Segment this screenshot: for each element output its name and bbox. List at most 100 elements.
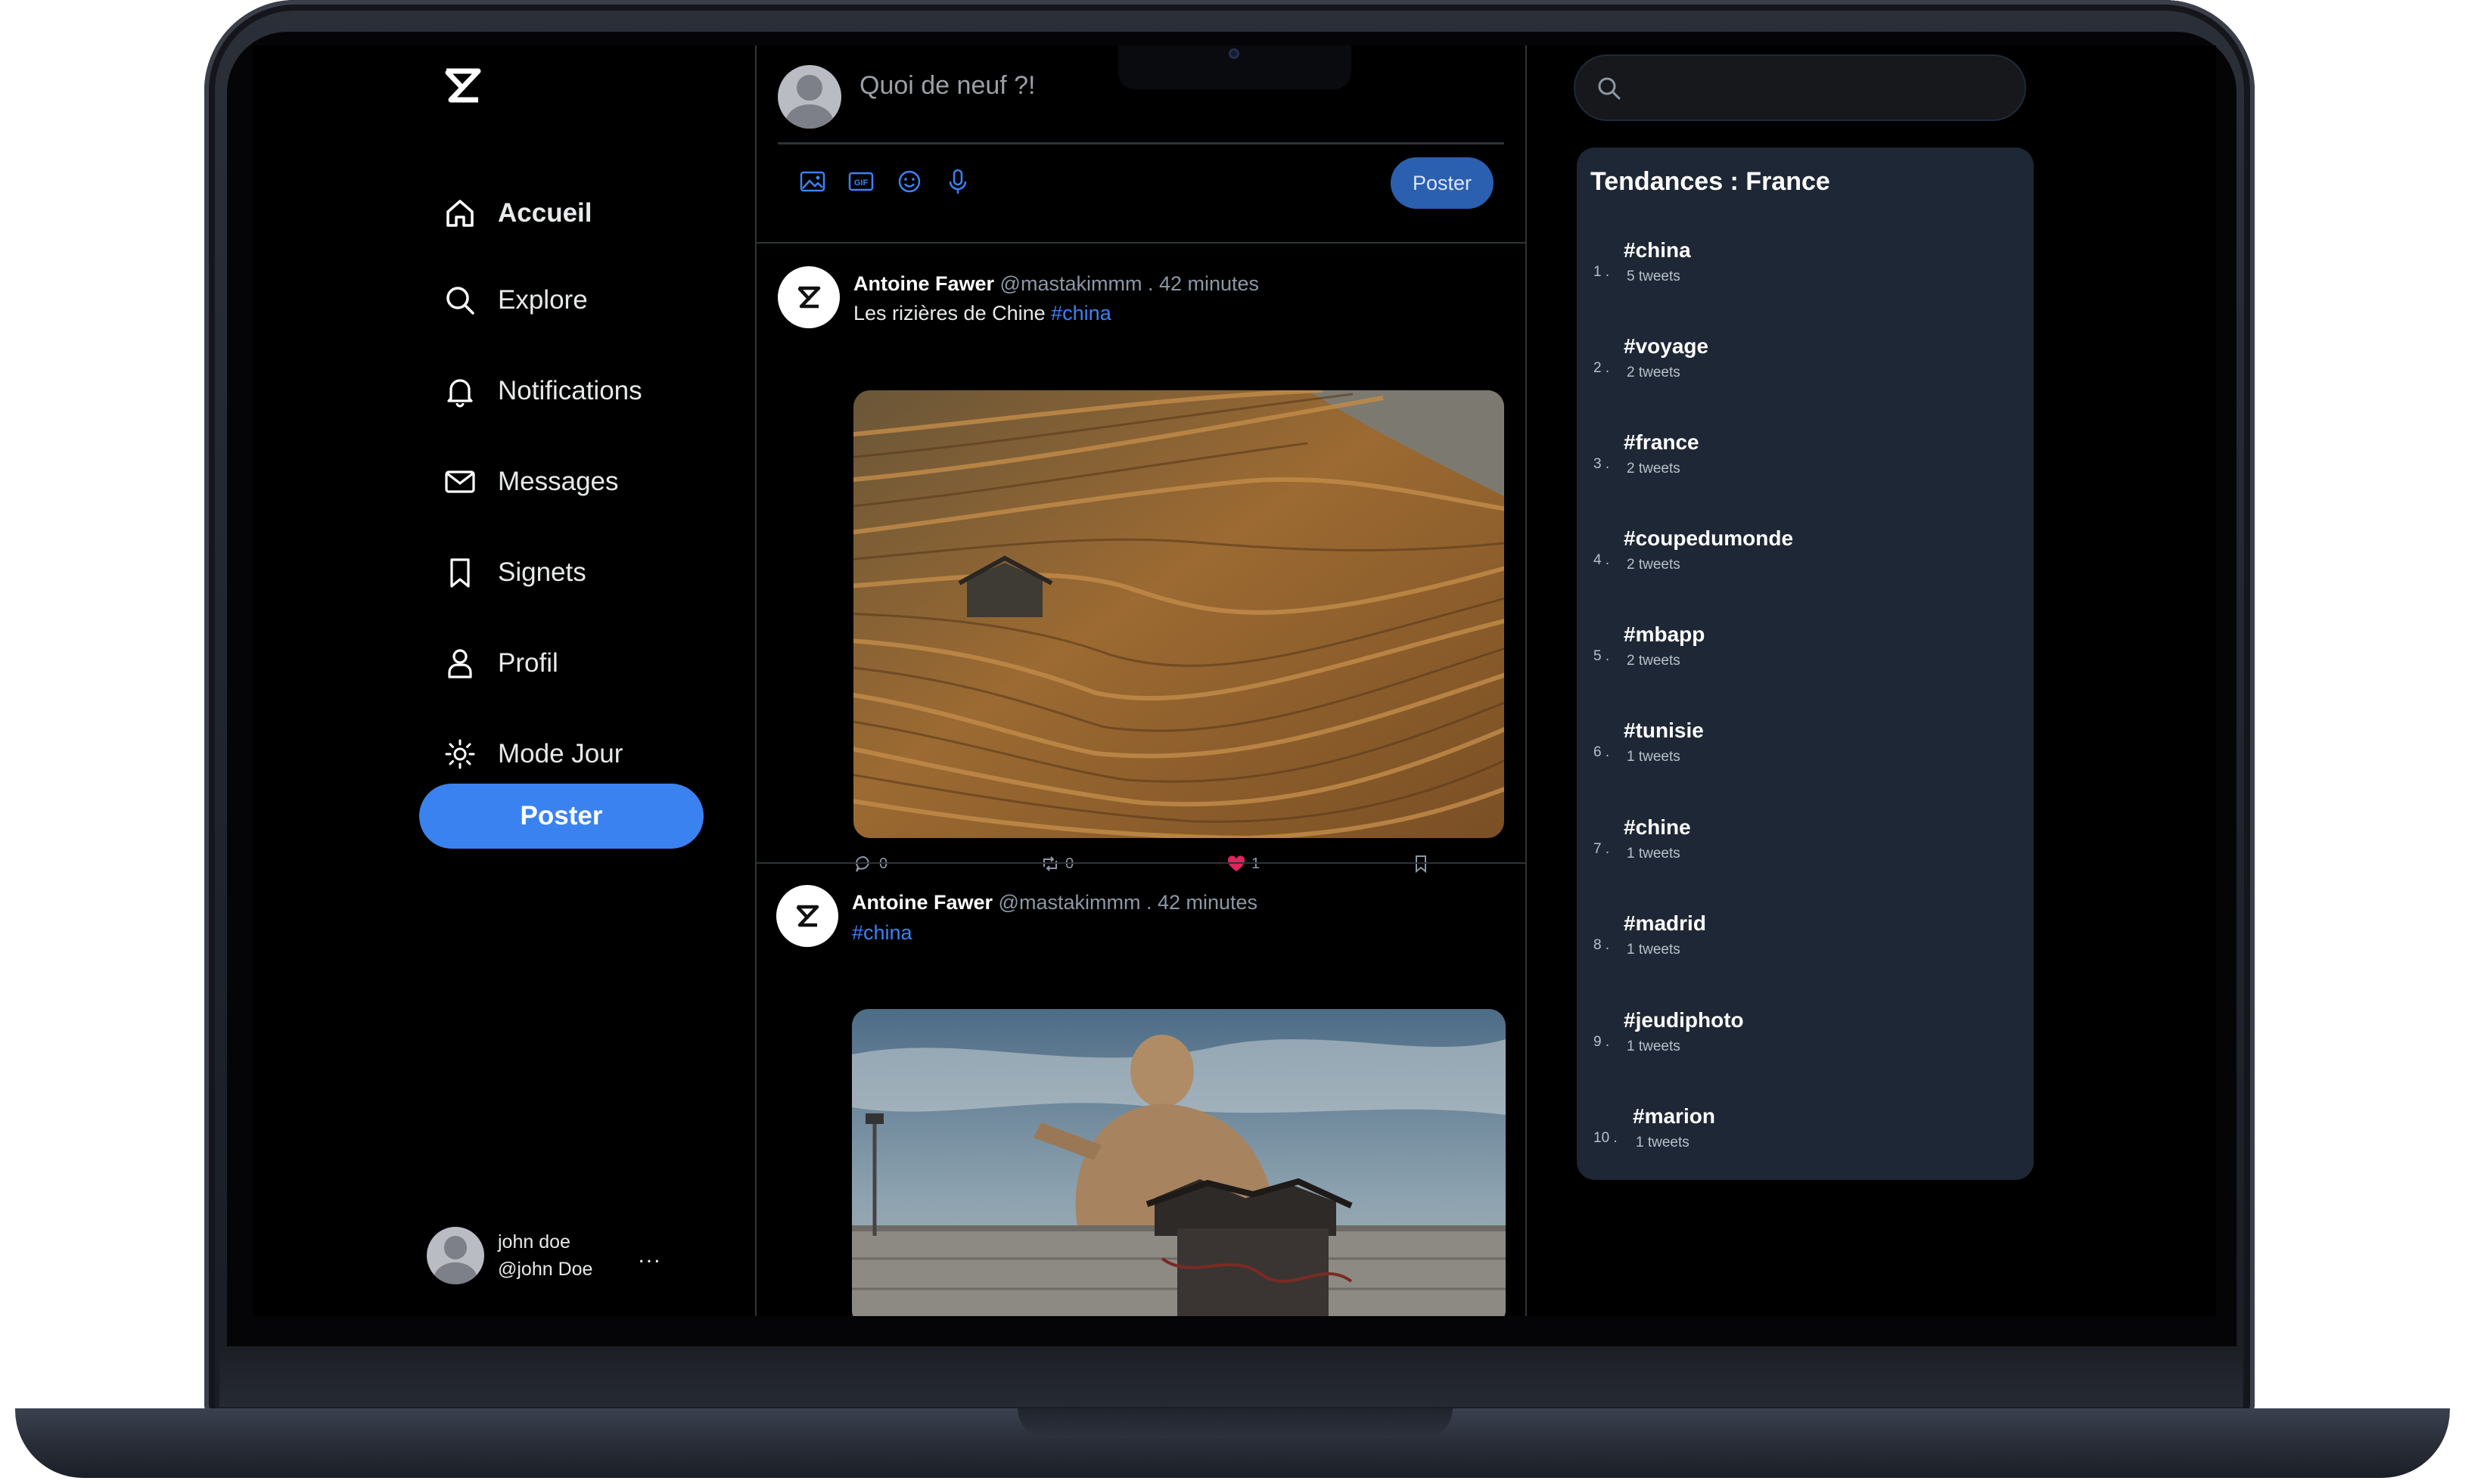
more-icon[interactable]: ...	[638, 1243, 661, 1268]
bell-icon	[447, 379, 473, 408]
trend-count: 2 tweets	[1627, 461, 1680, 477]
trend-rank: 4 .	[1593, 552, 1610, 568]
camera-notch	[1118, 45, 1351, 89]
post-button[interactable]: Poster	[419, 784, 704, 849]
account-name: john doe	[498, 1231, 570, 1253]
avatar	[427, 1227, 484, 1284]
trend-rank: 2 .	[1593, 360, 1610, 376]
camera-icon	[1229, 48, 1239, 59]
trend-tag: #voyage	[1624, 334, 1709, 358]
trend-tag: #chine	[1624, 815, 1691, 839]
nav-item-label: Profil	[498, 648, 558, 678]
trend-item[interactable]: 1 . #china 5 tweets	[1593, 238, 2017, 314]
nav-item-accueil[interactable]: Accueil	[442, 187, 592, 240]
tweet-text: Les rizières de Chine #china	[853, 302, 1111, 325]
trend-count: 2 tweets	[1627, 365, 1680, 380]
nav-item-label: Mode Jour	[498, 739, 623, 768]
rice-terraces-photo[interactable]	[853, 390, 1504, 838]
trend-item[interactable]: 8 . #madrid 1 tweets	[1593, 911, 2017, 987]
trend-count: 1 tweets	[1627, 846, 1680, 862]
tweet[interactable]: Antoine Fawer @mastakimmm . 42 minutes L…	[757, 244, 1525, 874]
nav-item-label: Messages	[498, 467, 619, 496]
account-switcher[interactable]: john doe @john Doe ...	[427, 1227, 661, 1284]
bookmark-icon	[450, 558, 470, 588]
trend-item[interactable]: 3 . #france 2 tweets	[1593, 430, 2017, 506]
tweet-text: #china	[852, 921, 912, 945]
trend-item[interactable]: 7 . #chine 1 tweets	[1593, 815, 2017, 891]
trend-item[interactable]: 10 . #marion 1 tweets	[1593, 1104, 2017, 1180]
gif-icon[interactable]: GIF	[846, 166, 876, 197]
trend-rank: 1 .	[1593, 264, 1610, 280]
logo-icon[interactable]	[442, 65, 483, 106]
hashtag-link[interactable]: #china	[852, 921, 912, 944]
envelope-icon	[445, 470, 475, 493]
nav-item-label: Notifications	[498, 376, 642, 405]
avatar[interactable]	[776, 885, 838, 947]
tweet-author-name[interactable]: Antoine Fawer	[852, 891, 993, 914]
trend-item[interactable]: 4 . #coupedumonde 2 tweets	[1593, 526, 2017, 602]
buddha-statue-photo[interactable]	[852, 1009, 1506, 1316]
account-handle: @john Doe	[498, 1259, 593, 1280]
trend-item[interactable]: 5 . #mbapp 2 tweets	[1593, 622, 2017, 698]
trend-rank: 9 .	[1593, 1034, 1610, 1050]
trend-count: 1 tweets	[1627, 749, 1680, 765]
trend-rank: 5 .	[1593, 648, 1610, 664]
nav-item-messages[interactable]: Messages	[442, 455, 619, 508]
tweet-handle[interactable]: @mastakimmm	[1000, 272, 1142, 295]
nav-item-label: Explore	[498, 285, 588, 315]
image-icon[interactable]	[797, 166, 828, 197]
trend-count: 2 tweets	[1627, 653, 1680, 669]
tweet-handle[interactable]: @mastakimmm	[999, 891, 1141, 914]
hashtag-link[interactable]: #china	[1051, 302, 1111, 324]
search-input[interactable]	[1574, 54, 2026, 121]
search-icon	[1598, 77, 1621, 100]
feed: Quoi de neuf ?! GIF Poster Antoine Fawer…	[755, 45, 1527, 1316]
tweet-body: Les rizières de Chine	[853, 302, 1052, 324]
tweet[interactable]: Antoine Fawer @mastakimmm . 42 minutes #…	[757, 864, 1525, 1316]
trend-count: 1 tweets	[1636, 1135, 1689, 1150]
trend-rank: 6 .	[1593, 744, 1610, 760]
trend-rank: 8 .	[1593, 937, 1610, 953]
trend-tag: #marion	[1633, 1104, 1715, 1128]
trend-tag: #jeudiphoto	[1624, 1008, 1744, 1032]
tweet-time: . 42 minutes	[1145, 891, 1258, 914]
emoji-icon[interactable]	[894, 166, 925, 197]
avatar[interactable]	[778, 266, 840, 328]
trend-tag: #china	[1624, 238, 1691, 262]
trend-rank: 10 .	[1593, 1130, 1618, 1146]
trend-tag: #coupedumonde	[1624, 526, 1794, 550]
trend-rank: 7 .	[1593, 841, 1610, 857]
trend-count: 1 tweets	[1627, 942, 1680, 958]
compose-post-button[interactable]: Poster	[1391, 157, 1494, 209]
sun-icon	[445, 739, 475, 769]
trend-count: 5 tweets	[1627, 269, 1680, 284]
nav-item-label: Accueil	[498, 198, 592, 228]
compose-toolbar: GIF	[797, 166, 973, 197]
svg-text:GIF: GIF	[854, 179, 869, 188]
trend-item[interactable]: 2 . #voyage 2 tweets	[1593, 334, 2017, 410]
nav-item-explore[interactable]: Explore	[442, 274, 588, 327]
tweet-author-name[interactable]: Antoine Fawer	[853, 272, 994, 295]
trends-title: Tendances : France	[1590, 167, 1830, 196]
nav-item-label: Signets	[498, 557, 586, 587]
trend-rank: 3 .	[1593, 456, 1610, 472]
tweet-time: . 42 minutes	[1147, 272, 1260, 295]
home-icon	[446, 200, 474, 227]
microphone-icon[interactable]	[943, 166, 973, 197]
nav-item-mode-jour[interactable]: Mode Jour	[442, 728, 623, 781]
avatar	[778, 65, 841, 129]
laptop-base-notch	[1018, 1408, 1453, 1439]
logo-icon	[796, 905, 819, 927]
trend-count: 1 tweets	[1627, 1038, 1680, 1054]
laptop-chin	[219, 1346, 2243, 1407]
nav-item-signets[interactable]: Signets	[442, 546, 586, 599]
trend-tag: #madrid	[1624, 911, 1706, 935]
trend-count: 2 tweets	[1627, 557, 1680, 573]
sidebar: Accueil Explore Notifications Messages S…	[253, 45, 755, 1316]
search-icon	[446, 287, 474, 315]
nav-item-notifications[interactable]: Notifications	[442, 365, 642, 418]
nav-item-profil[interactable]: Profil	[442, 637, 558, 690]
trend-tag: #mbapp	[1624, 622, 1705, 646]
trend-item[interactable]: 9 . #jeudiphoto 1 tweets	[1593, 1008, 2017, 1084]
trend-item[interactable]: 6 . #tunisie 1 tweets	[1593, 719, 2017, 794]
